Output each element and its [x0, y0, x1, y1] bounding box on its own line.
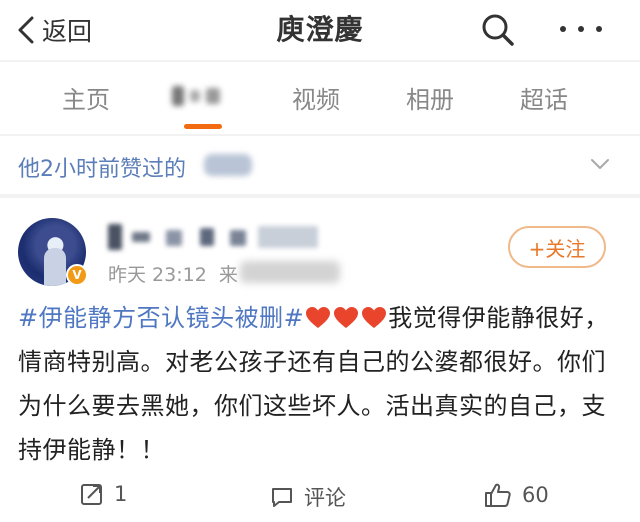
- tab-albums[interactable]: 相册: [406, 80, 454, 115]
- repost-button[interactable]: 1: [80, 482, 127, 506]
- heart-icon: [334, 307, 359, 328]
- liked-filter-label: 他2小时前赞过的: [18, 157, 186, 182]
- post-source-prefix: 来: [218, 264, 238, 286]
- chevron-down-icon: [591, 159, 609, 169]
- heart-icon: [362, 307, 387, 328]
- more-dot-icon: [596, 26, 602, 32]
- page-title: 庾澄慶: [276, 13, 364, 46]
- tab-home[interactable]: 主页: [62, 80, 110, 115]
- blurred-source: [240, 261, 340, 283]
- repost-count: 1: [114, 482, 128, 506]
- tab-supertopic[interactable]: 超话: [520, 80, 568, 115]
- verified-v-icon: V: [66, 264, 88, 286]
- search-button[interactable]: [478, 10, 518, 50]
- thumbs-up-icon: [485, 483, 511, 507]
- post-card: V 昨天 23:12 来 +关注 #伊能静方否认镜头被删# 我觉得伊能静很好，情商…: [0, 198, 640, 522]
- top-navigation-bar: 返回 庾澄慶: [0, 0, 640, 60]
- follow-button[interactable]: +关注: [508, 226, 606, 268]
- comment-icon: [272, 488, 292, 507]
- blurred-username[interactable]: [108, 224, 323, 250]
- post-meta: 昨天 23:12 来: [108, 260, 238, 287]
- more-dot-icon: [578, 26, 584, 32]
- like-button[interactable]: 60: [484, 482, 549, 508]
- tab-videos[interactable]: 视频: [292, 80, 340, 115]
- post-time: 昨天 23:12: [108, 264, 207, 286]
- post-text: #伊能静方否认镜头被删# 我觉得伊能静很好，情商特别高。对老公孩子还有自己的公婆都…: [18, 296, 622, 472]
- post-actions: 1 评论 60: [0, 474, 640, 518]
- profile-tabs: 主页 视频 相册 超话: [0, 62, 640, 134]
- search-icon: [482, 14, 514, 46]
- hashtag-link[interactable]: #伊能静方否认镜头被删#: [18, 304, 304, 332]
- more-dot-icon: [560, 26, 566, 32]
- liked-filter-bar[interactable]: 他2小时前赞过的: [0, 136, 640, 194]
- heart-icon: [306, 307, 331, 328]
- comment-label: 评论: [304, 486, 346, 510]
- repost-icon: [81, 484, 102, 505]
- active-tab-indicator: [184, 124, 222, 129]
- more-options-button[interactable]: [554, 16, 610, 44]
- blurred-name: [204, 154, 252, 176]
- comment-button[interactable]: 评论: [270, 482, 346, 512]
- tab-weibo-blurred[interactable]: [168, 84, 234, 110]
- like-count: 60: [522, 483, 549, 507]
